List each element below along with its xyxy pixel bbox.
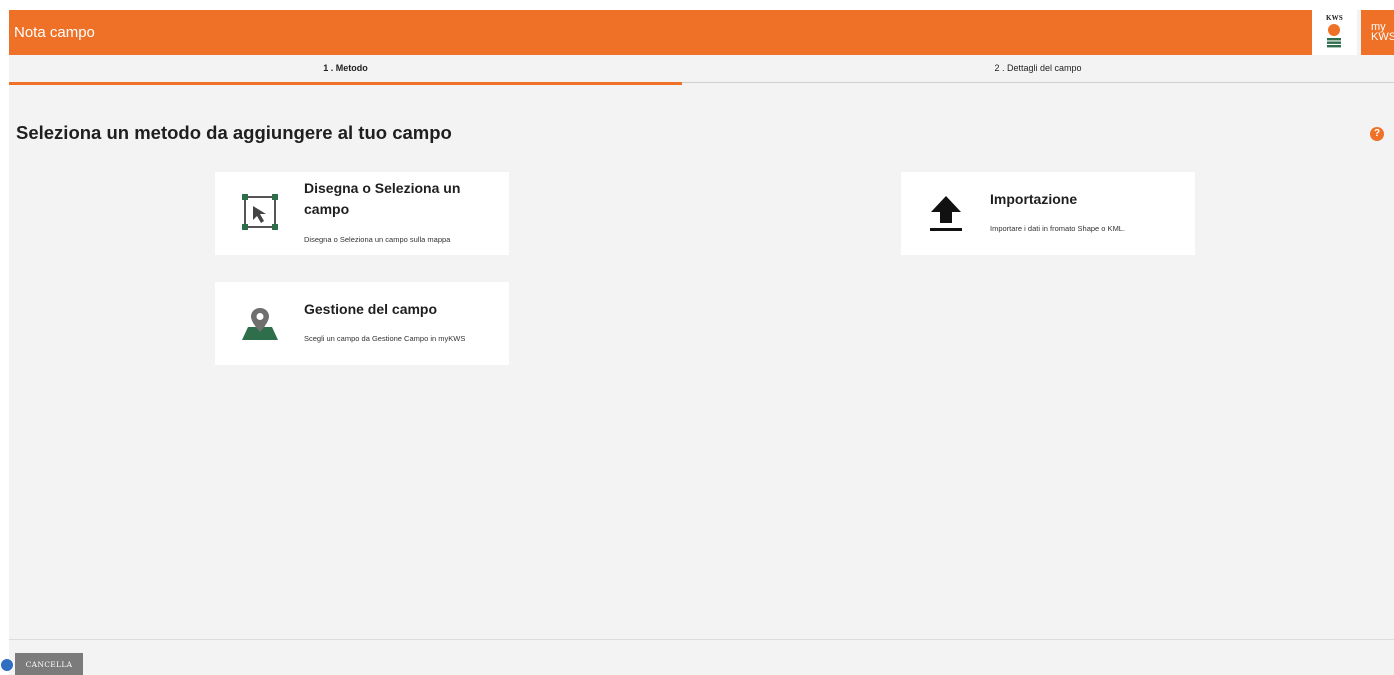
method-title-field-management: Gestione del campo <box>304 301 438 317</box>
method-card-import[interactable]: Importazione Importare i dati in fromato… <box>901 172 1195 255</box>
kws-logo-icon <box>1327 24 1341 48</box>
cancel-button[interactable]: CANCELLA <box>15 653 83 675</box>
tab-metodo[interactable]: 1 . Metodo <box>9 55 682 85</box>
status-badge-icon <box>0 658 14 672</box>
method-desc-import: Importare i dati in fromato Shape o KML. <box>990 224 1126 233</box>
kws-logo[interactable]: KWS <box>1312 10 1357 55</box>
draw-select-field-icon <box>242 194 278 230</box>
method-desc-field-management: Scegli un campo da Gestione Campo in myK… <box>304 334 466 343</box>
step-tabs: 1 . Metodo 2 . Dettagli del campo <box>9 55 1394 85</box>
help-icon[interactable]: ? <box>1370 127 1384 141</box>
page-title: Seleziona un metodo da aggiungere al tuo… <box>16 122 452 143</box>
map-pin-field-icon <box>242 308 278 340</box>
method-card-field-management[interactable]: Gestione del campo Scegli un campo da Ge… <box>215 282 509 365</box>
method-title-draw-select: Disegna o Seleziona un campo <box>304 180 461 217</box>
my-kws-label-line2: KWS <box>1371 31 1394 43</box>
method-title-import: Importazione <box>990 191 1078 207</box>
app-window: Nota campo KWS my KWS 1 . Metodo 2 . Det… <box>9 10 1394 675</box>
upload-icon <box>930 196 962 231</box>
footer-divider <box>9 639 1394 640</box>
method-desc-draw-select: Disegna o Seleziona un campo sulla mappa <box>304 235 451 244</box>
method-card-draw-select[interactable]: Disegna o Seleziona un campo Disegna o S… <box>215 172 509 255</box>
my-kws-button[interactable]: my KWS <box>1361 10 1394 55</box>
app-header: Nota campo <box>9 10 1312 55</box>
page-header-title: Nota campo <box>14 24 95 41</box>
tab-dettagli-campo[interactable]: 2 . Dettagli del campo <box>682 55 1394 83</box>
